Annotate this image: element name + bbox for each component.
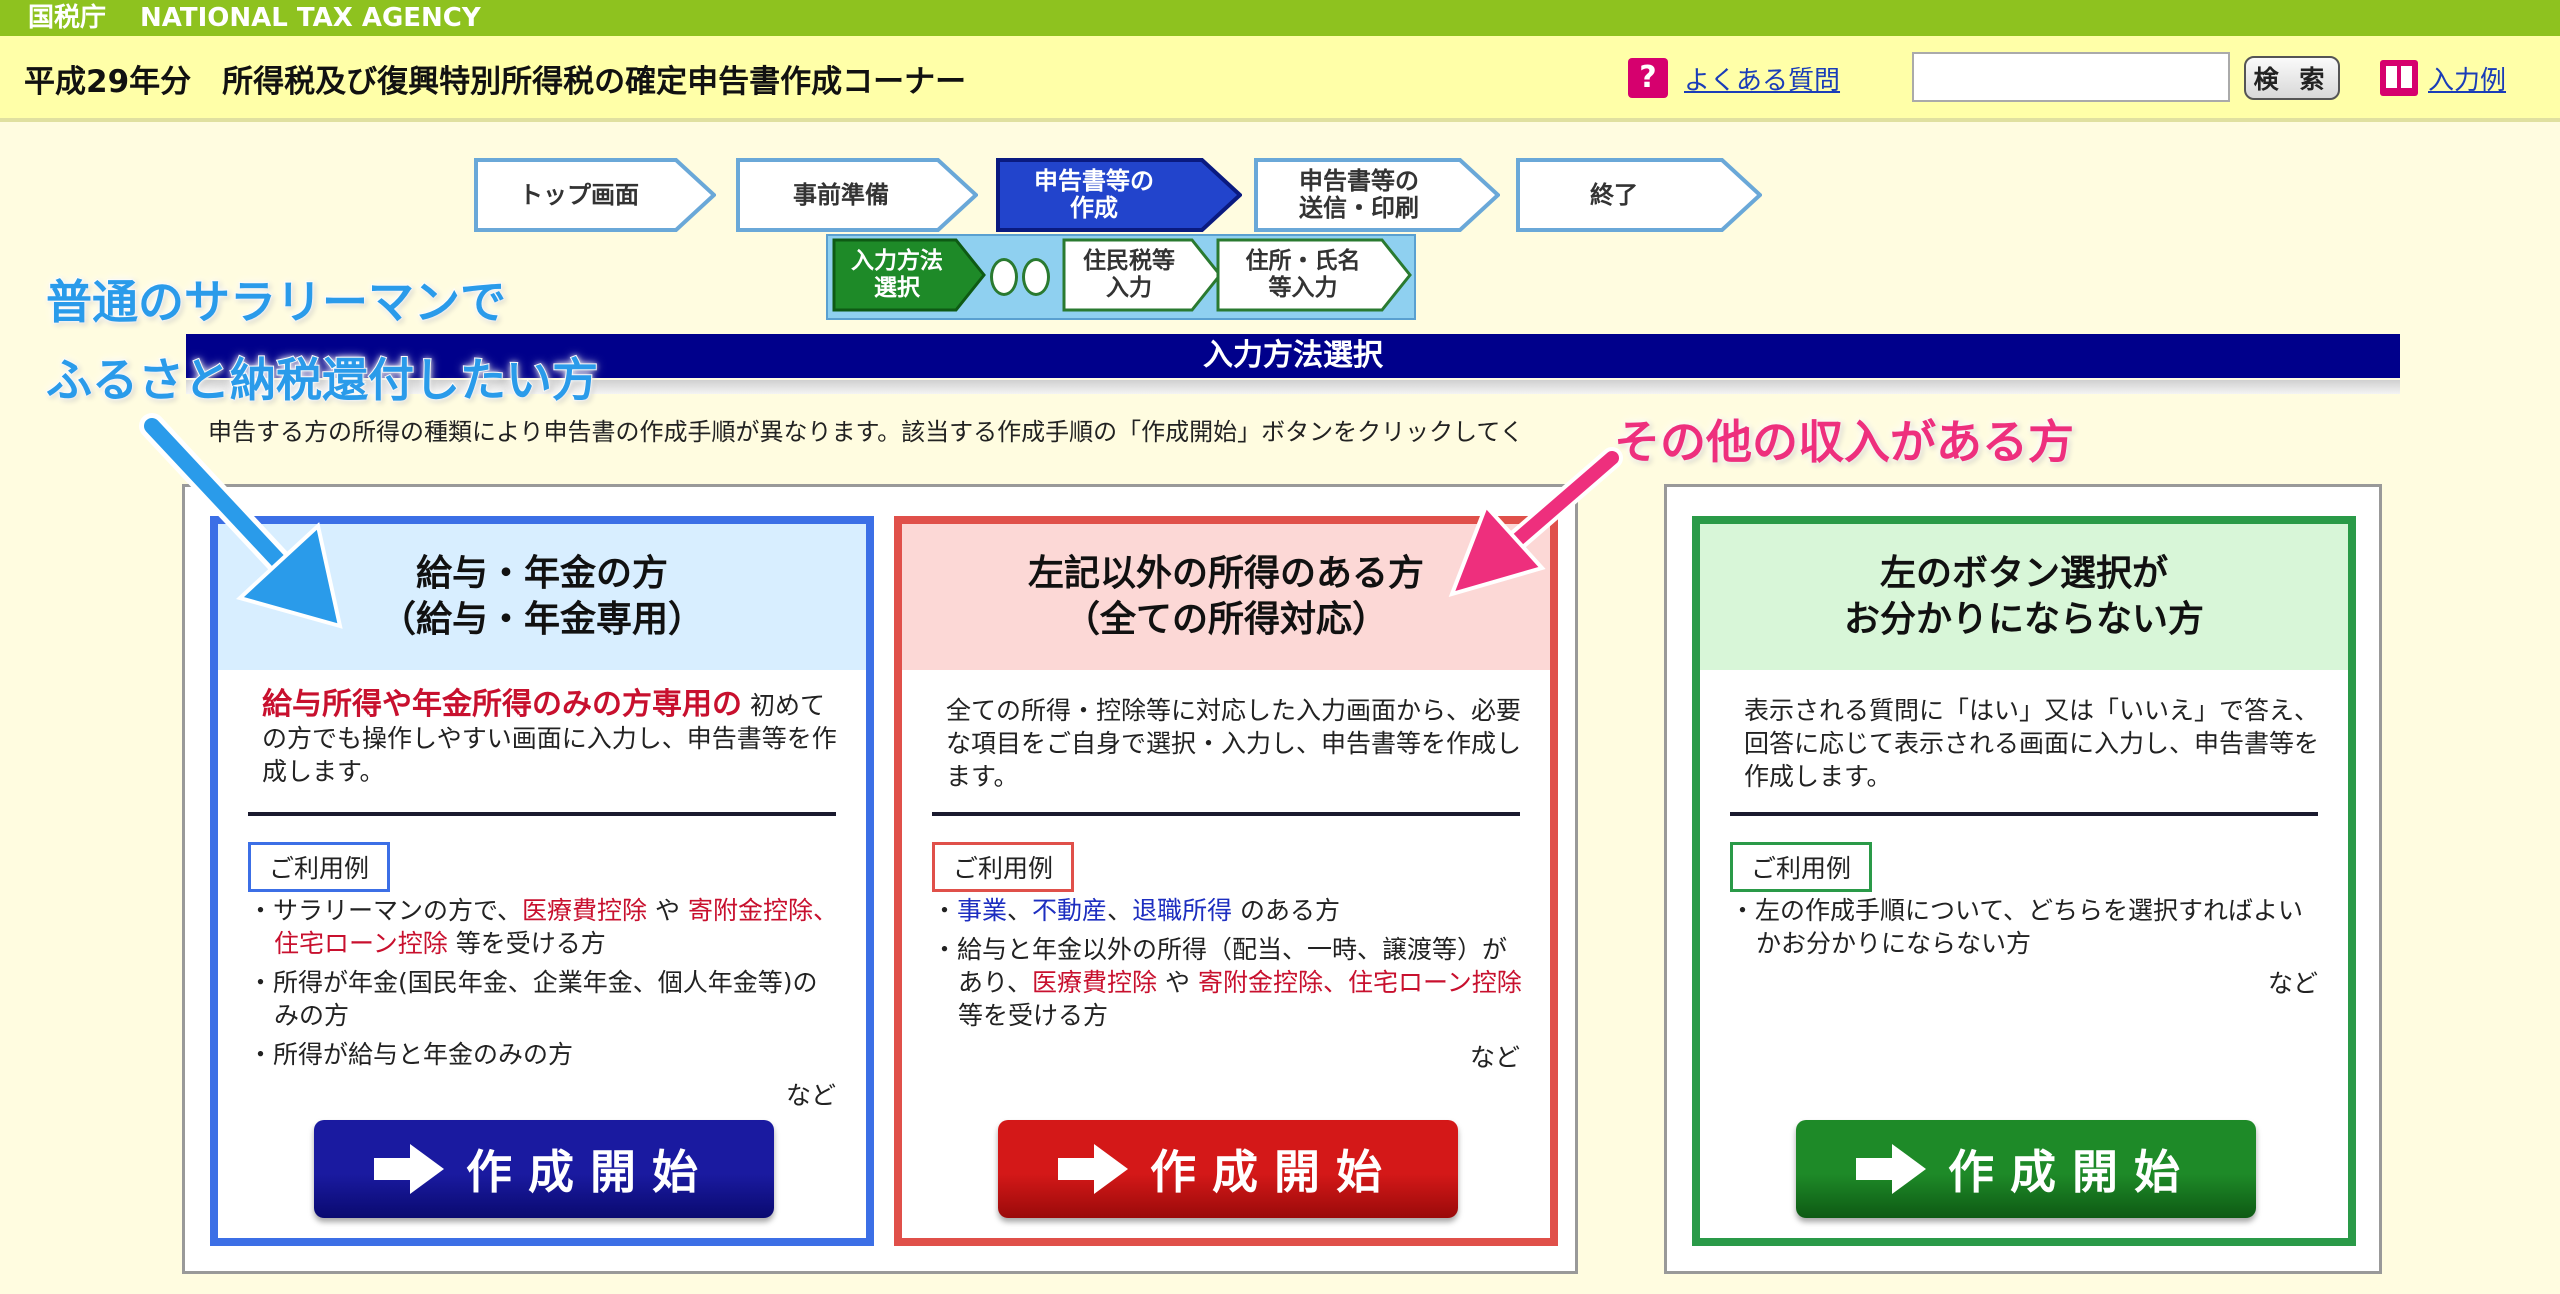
usage-item-text: 医療費控除 [522,896,648,925]
usage-item: ・左の作成手順について、どちらを選択すればよいかお分かりにならない方 [1730,894,2320,960]
card-divider [1730,812,2318,816]
card-description: 表示される質問に「はい」又は「いいえ」で答え、回答に応じて表示される画面に入力し… [1744,694,2320,793]
card-heading-line2: お分かりにならない方 [1843,599,2204,640]
start-button-label: 作成開始 [1948,1145,2196,1199]
step-label: トップ画面 [519,180,639,209]
substep-label: 入力方法 選択 [851,248,943,301]
card-heading: 給与・年金の方 （給与・年金専用） [218,524,866,670]
start-button-label: 作成開始 [1150,1145,1398,1199]
faq-link[interactable]: よくある質問 [1684,60,1840,97]
usage-item: ・所得が給与と年金のみの方 [248,1038,838,1071]
substep-input-method: 入力方法 選択 [832,238,986,316]
step-label: 申告書等の 送信・印刷 [1299,167,1419,222]
substep-address: 住所・氏名 等入力 [1216,238,1412,316]
title-bar: 平成29年分 所得税及び復興特別所得税の確定申告書作成コーナー ? よくある質問… [0,36,2560,122]
card-guide: 左のボタン選択が お分かりにならない方 表示される質問に「はい」又は「いいえ」で… [1692,516,2356,1246]
usage-item-text: ・所得が年金(国民年金、企業年金、個人年金等)のみの方 [248,968,818,1030]
start-button-label: 作成開始 [466,1145,714,1199]
card-heading-line2: （給与・年金専用） [379,599,704,640]
usage-item-text: 不動産 [1032,896,1108,925]
annotation-blue-line1: 普通のサラリーマンで [45,274,507,330]
usage-item-text: 退職所得 [1132,896,1233,925]
annotation-pink: その他の収入がある方 [1614,415,2074,469]
usage-list: ・サラリーマンの方で、医療費控除 や 寄附金控除、住宅ローン控除 等を受ける方・… [248,894,838,1077]
start-button-salary[interactable]: 作成開始 [314,1120,774,1218]
card-heading-line1: 給与・年金の方 [415,553,668,594]
usage-item: ・サラリーマンの方で、医療費控除 や 寄附金控除、住宅ローン控除 等を受ける方 [248,894,838,960]
card-divider [932,812,1520,816]
question-mark-icon[interactable]: ? [1628,58,1668,98]
usage-item-text: 寄附金控除、住宅ローン控除 [1197,968,1522,997]
agency-bar: 国税庁 NATIONAL TAX AGENCY [0,0,2560,36]
agency-name-jp: 国税庁 [28,3,107,33]
usage-item-text: 等を受ける方 [447,929,606,958]
usage-item-text: ・ [932,896,958,925]
agency-name-en: NATIONAL TAX AGENCY [140,3,481,33]
step-preparation: 事前準備 [736,158,978,232]
usage-item-text: ・左の作成手順について、どちらを選択すればよいかお分かりにならない方 [1730,896,2304,958]
step-create: 申告書等の 作成 [996,158,1242,232]
card-all-income: 左記以外の所得のある方 （全ての所得対応） 全ての所得・控除等に対応した入力画面… [894,516,1558,1246]
usage-example-tag: ご利用例 [932,842,1075,892]
card-heading: 左記以外の所得のある方 （全ての所得対応） [902,524,1550,670]
usage-item-text: 、 [1107,896,1133,925]
substep-label: 住民税等 入力 [1083,248,1175,301]
substep-resident-tax: 住民税等 入力 [1062,238,1222,316]
usage-item-text: ・サラリーマンの方で、 [248,896,523,925]
usage-list: ・事業、不動産、退職所得 のある方 ・給与と年金以外の所得（配当、一時、譲渡等）が… [932,894,1522,1038]
usage-item-text: 事業 [957,896,1008,925]
book-icon[interactable] [2380,60,2418,96]
substep-circles [990,258,1056,298]
step-label: 終了 [1590,180,1638,209]
step-finish: 終了 [1516,158,1762,232]
etc-label: など [2267,969,2318,998]
card-divider [248,812,836,816]
usage-item: ・給与と年金以外の所得（配当、一時、譲渡等）があり、医療費控除 や 寄附金控除、… [932,933,1522,1032]
right-arrow-icon [1058,1144,1128,1194]
card-heading: 左のボタン選択が お分かりにならない方 [1700,524,2348,670]
usage-item-text: ・所得が給与と年金のみの方 [248,1040,574,1069]
step-label: 申告書等の 作成 [1034,167,1154,222]
etc-label: など [785,1081,836,1110]
card-description-text: 表示される質問に「はい」又は「いいえ」で答え、回答に応じて表示される画面に入力し… [1744,696,2320,791]
usage-item: ・事業、不動産、退職所得 のある方 [932,894,1522,927]
usage-example-tag: ご利用例 [248,842,391,892]
card-description-highlight: 給与所得や年金所得のみの方専用の [262,687,742,722]
start-button-guide[interactable]: 作成開始 [1796,1120,2256,1218]
usage-item-text: のある方 [1232,896,1341,925]
step-label: 事前準備 [793,180,889,209]
usage-item-text: 等を受ける方 [958,1001,1109,1030]
usage-item-text: 、 [1007,896,1033,925]
card-heading-line1: 左のボタン選択が [1879,553,2168,594]
instruction-text: 申告する方の所得の種類により申告書の作成手順が異なります。該当する作成手順の「作… [208,418,1524,446]
card-description: 給与所得や年金所得のみの方専用の 初めての方でも操作しやすい画面に入力し、申告書… [262,688,838,788]
usage-item: ・所得が年金(国民年金、企業年金、個人年金等)のみの方 [248,966,838,1032]
usage-item-text: や [1157,968,1198,997]
card-description-text: 全ての所得・控除等に対応した入力画面から、必要な項目をご自身で選択・入力し、申告… [946,696,1522,791]
search-input[interactable] [1912,52,2230,102]
substep-label: 住所・氏名 等入力 [1245,248,1361,301]
search-button[interactable]: 検 索 [2244,56,2340,100]
card-description: 全ての所得・控除等に対応した入力画面から、必要な項目をご自身で選択・入力し、申告… [946,694,1522,793]
card-heading-line2: （全ての所得対応） [1063,599,1388,640]
usage-example-tag: ご利用例 [1730,842,1873,892]
annotation-blue-line2: ふるさと納税還付したい方 [45,352,599,408]
etc-label: など [1469,1043,1520,1072]
usage-item-text: や [647,896,688,925]
usage-list: ・左の作成手順について、どちらを選択すればよいかお分かりにならない方 [1730,894,2320,966]
right-arrow-icon [1856,1144,1926,1194]
usage-item-text: 医療費控除 [1032,968,1158,997]
card-heading-line1: 左記以外の所得のある方 [1027,553,1424,594]
card-salary-pension: 給与・年金の方 （給与・年金専用） 給与所得や年金所得のみの方専用の 初めての方… [210,516,874,1246]
page-title: 平成29年分 所得税及び復興特別所得税の確定申告書作成コーナー [24,64,967,100]
step-send-print: 申告書等の 送信・印刷 [1254,158,1500,232]
input-example-link[interactable]: 入力例 [2428,60,2506,97]
right-arrow-icon [374,1144,444,1194]
start-button-all-income[interactable]: 作成開始 [998,1120,1458,1218]
step-top: トップ画面 [474,158,716,232]
